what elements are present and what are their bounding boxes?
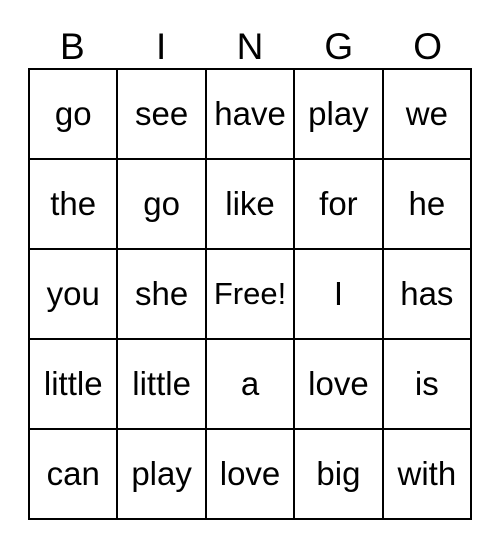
bingo-cell-label: the xyxy=(50,185,97,222)
bingo-cell-o1[interactable]: we xyxy=(383,70,473,160)
bingo-cell-n1[interactable]: have xyxy=(206,70,296,160)
bingo-cell-i4[interactable]: little xyxy=(118,340,207,430)
bingo-header-letter-o: O xyxy=(413,26,442,67)
bingo-row: the go like for he xyxy=(30,160,473,250)
bingo-cell-label: we xyxy=(405,95,448,132)
bingo-cell-label: I xyxy=(333,275,343,312)
bingo-cell-label: has xyxy=(400,275,454,312)
bingo-header-letter-b: B xyxy=(60,26,85,67)
bingo-cell-label: a xyxy=(240,365,260,402)
bingo-cell-n2[interactable]: like xyxy=(206,160,296,250)
bingo-cell-i2[interactable]: go xyxy=(118,160,207,250)
bingo-row: little little a love is xyxy=(30,340,473,430)
bingo-row: can play love big with xyxy=(30,430,473,520)
bingo-cell-label: you xyxy=(46,275,100,312)
bingo-cell-label: she xyxy=(135,275,189,312)
bingo-cell-o3[interactable]: has xyxy=(383,250,473,340)
bingo-free-label: Free! xyxy=(213,276,287,311)
bingo-cell-label: is xyxy=(414,365,439,402)
bingo-cell-g1[interactable]: play xyxy=(295,70,384,160)
bingo-cell-label: big xyxy=(316,455,361,492)
bingo-grid: go see have play we the go like for he y… xyxy=(28,68,473,520)
bingo-cell-g5[interactable]: big xyxy=(295,430,384,520)
bingo-cell-b4[interactable]: little xyxy=(30,340,119,430)
bingo-cell-label: play xyxy=(131,455,192,492)
bingo-cell-g2[interactable]: for xyxy=(295,160,384,250)
bingo-header-row: B I N G O xyxy=(28,26,472,68)
bingo-cell-label: can xyxy=(46,455,100,492)
bingo-row: go see have play we xyxy=(30,70,473,160)
bingo-header-letter-n: N xyxy=(236,26,264,67)
bingo-cell-label: he xyxy=(408,185,446,222)
bingo-cell-b3[interactable]: you xyxy=(30,250,119,340)
bingo-cell-label: with xyxy=(397,455,457,492)
bingo-cell-label: love xyxy=(219,455,281,492)
bingo-cell-o2[interactable]: he xyxy=(383,160,473,250)
bingo-cell-label: have xyxy=(214,95,286,132)
bingo-cell-o4[interactable]: is xyxy=(383,340,473,430)
bingo-cell-label: see xyxy=(135,95,189,132)
bingo-cell-b1[interactable]: go xyxy=(30,70,119,160)
bingo-cell-label: play xyxy=(308,95,369,132)
bingo-cell-o5[interactable]: with xyxy=(383,430,473,520)
bingo-cell-i3[interactable]: she xyxy=(118,250,207,340)
bingo-cell-free-space[interactable]: Free! xyxy=(206,250,296,340)
bingo-card: B I N G O go see have play we the go lik… xyxy=(28,26,473,520)
bingo-cell-g4[interactable]: love xyxy=(295,340,384,430)
bingo-cell-n4[interactable]: a xyxy=(206,340,296,430)
bingo-cell-label: for xyxy=(319,185,358,222)
bingo-header-letter-g: G xyxy=(324,26,354,67)
bingo-cell-g3[interactable]: I xyxy=(295,250,384,340)
bingo-cell-label: go xyxy=(143,185,180,222)
bingo-cell-label: go xyxy=(54,95,92,132)
bingo-cell-label: little xyxy=(43,365,103,402)
bingo-cell-label: like xyxy=(225,185,275,222)
bingo-cell-b5[interactable]: can xyxy=(30,430,119,520)
bingo-header-letter-i: I xyxy=(156,26,167,67)
bingo-cell-label: love xyxy=(308,365,369,402)
bingo-cell-i1[interactable]: see xyxy=(118,70,207,160)
bingo-row: you she Free! I has xyxy=(30,250,473,340)
bingo-cell-b2[interactable]: the xyxy=(30,160,119,250)
bingo-cell-i5[interactable]: play xyxy=(118,430,207,520)
bingo-cell-n5[interactable]: love xyxy=(206,430,296,520)
bingo-cell-label: little xyxy=(132,365,191,402)
